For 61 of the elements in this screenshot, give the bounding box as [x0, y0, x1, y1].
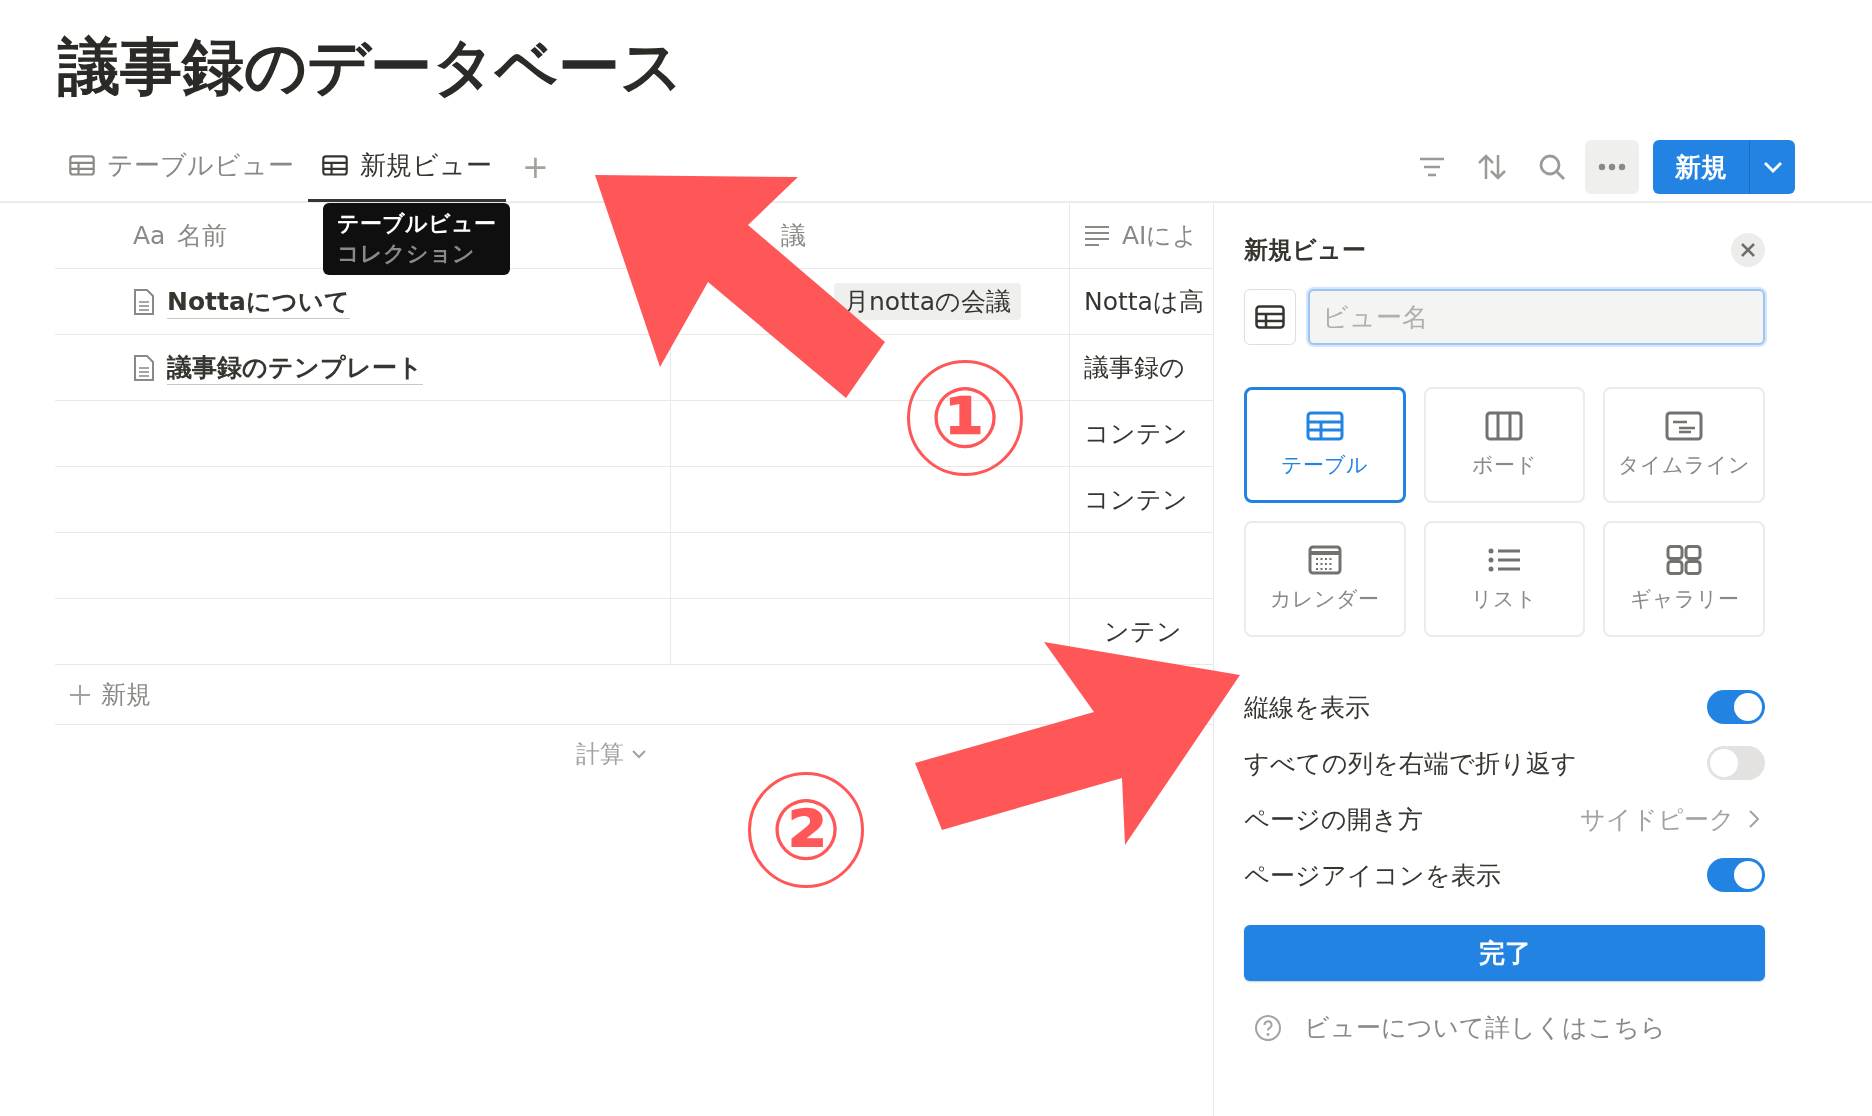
layout-option[interactable]: カレンダー	[1244, 521, 1406, 637]
calculate-button[interactable]: 計算	[570, 737, 652, 771]
table-icon	[1255, 305, 1285, 329]
document-icon	[133, 353, 155, 382]
plus-icon	[69, 683, 91, 706]
layout-option[interactable]: ボード	[1423, 387, 1586, 503]
tooltip: テーブルビュー コレクション	[323, 203, 510, 275]
table-cell-text: ンテン	[1104, 616, 1182, 648]
add-row-button[interactable]: 新規	[55, 669, 157, 720]
column-header[interactable]: 名前	[177, 219, 228, 252]
search-icon	[1538, 153, 1566, 181]
timeline-icon	[1665, 411, 1704, 441]
columns-icon	[1485, 411, 1524, 441]
layout-option[interactable]: タイムライン	[1603, 387, 1765, 503]
help-icon	[1254, 1013, 1282, 1042]
setting-label: 縦線を表示	[1244, 691, 1370, 724]
panel-title: 新規ビュー	[1244, 235, 1366, 266]
view-name-input[interactable]: ビュー名	[1308, 289, 1765, 345]
table-icon	[69, 155, 95, 176]
toggle-switch[interactable]	[1707, 858, 1765, 892]
setting-label: すべての列を右端で折り返す	[1244, 747, 1577, 780]
sort-arrows-icon	[1477, 153, 1507, 181]
step-number: ②	[748, 772, 864, 888]
more-button[interactable]	[1585, 140, 1639, 194]
chevron-right-icon	[1749, 810, 1759, 828]
add-view-button[interactable]: +	[506, 148, 565, 186]
view-icon-button[interactable]	[1244, 289, 1296, 345]
setting-label: ページアイコンを表示	[1244, 859, 1501, 892]
close-icon	[1741, 243, 1755, 257]
text-type-label: Aa	[133, 221, 166, 250]
toggle-switch[interactable]	[1707, 746, 1765, 780]
layout-option[interactable]: テーブル	[1244, 387, 1406, 503]
table-icon	[322, 155, 348, 176]
column-header[interactable]: 議	[781, 219, 806, 252]
gallery-icon	[1665, 545, 1704, 575]
table-cell-text: コンテン	[1084, 484, 1188, 516]
page-title-link[interactable]: 議事録のテンプレート	[167, 350, 423, 385]
table-cell-text: 議事録の	[1084, 352, 1185, 384]
toggle-switch[interactable]	[1707, 690, 1765, 724]
relation-tag[interactable]: 月nottaの会議	[833, 283, 1021, 320]
filter-icon	[1418, 156, 1446, 178]
help-link[interactable]: ビューについて詳しくはこちら	[1244, 1011, 1765, 1044]
close-button[interactable]	[1731, 233, 1765, 267]
lines-icon	[1084, 224, 1110, 247]
table-cell-text: Nottaは高	[1084, 286, 1204, 318]
more-dots-icon	[1598, 163, 1626, 171]
chevron-down-icon	[632, 749, 646, 759]
table-icon	[1305, 411, 1344, 441]
layout-option[interactable]: リスト	[1423, 521, 1586, 637]
page-title-link[interactable]: Nottaについて	[167, 284, 350, 319]
setting-label: ページの開き方	[1244, 803, 1423, 836]
document-icon	[133, 287, 155, 316]
column-header[interactable]: AIによ	[1122, 219, 1199, 252]
step-number: ①	[907, 360, 1023, 476]
page-title: 議事録のデータベース	[58, 29, 684, 105]
open-mode-selector[interactable]: サイドピーク	[1574, 801, 1765, 837]
view-tab[interactable]: テーブルビュー	[55, 132, 308, 202]
chevron-down-icon	[1762, 161, 1783, 173]
table-cell-text: コンテン	[1084, 418, 1188, 450]
done-button[interactable]: 完了	[1244, 925, 1765, 981]
layout-option[interactable]: ギャラリー	[1603, 521, 1765, 637]
